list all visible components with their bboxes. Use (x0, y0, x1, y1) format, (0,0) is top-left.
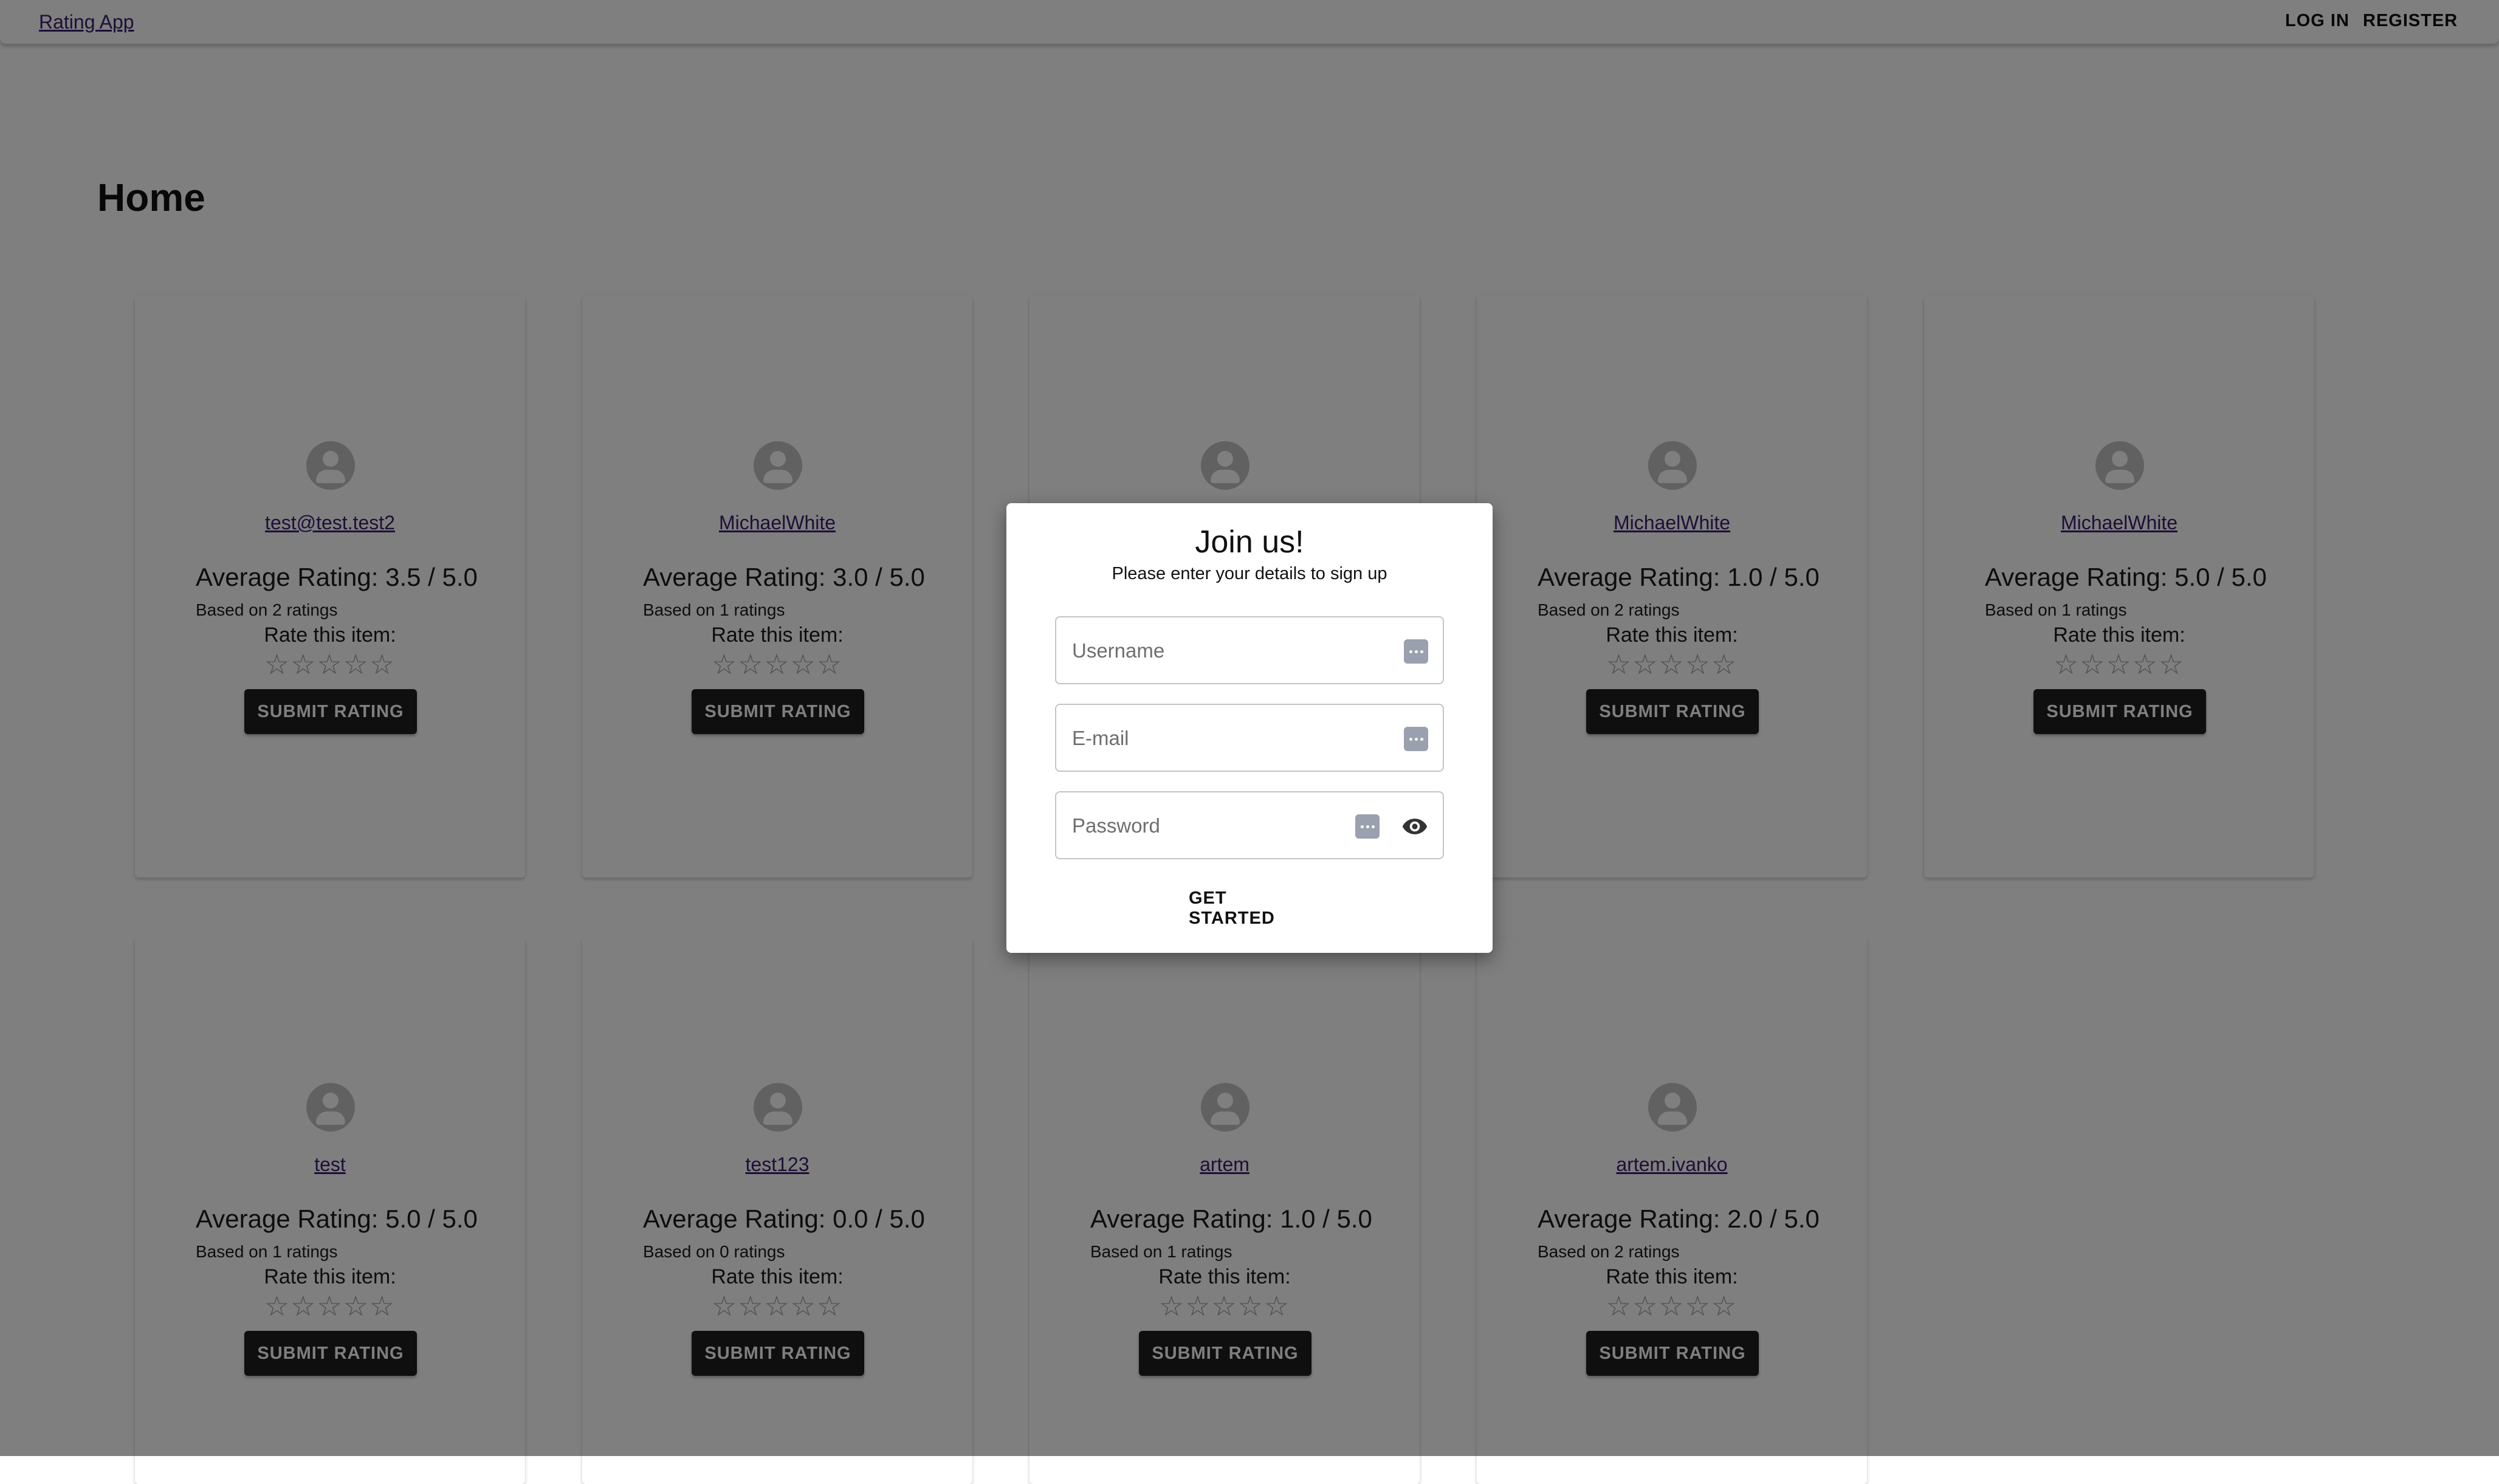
username-placeholder: Username (1072, 639, 1165, 662)
password-placeholder: Password (1072, 814, 1160, 837)
dialog-title: Join us! (1195, 524, 1304, 560)
username-field[interactable]: Username (1055, 616, 1444, 684)
get-started-button[interactable]: GET STARTED (1189, 888, 1310, 928)
password-manager-icon[interactable] (1404, 727, 1428, 751)
email-field[interactable]: E-mail (1055, 704, 1444, 772)
dialog-subtitle: Please enter your details to sign up (1112, 564, 1387, 583)
password-manager-icon[interactable] (1404, 639, 1428, 664)
email-placeholder: E-mail (1072, 727, 1129, 749)
signup-dialog: Join us! Please enter your details to si… (1006, 503, 1493, 953)
password-field[interactable]: Password (1055, 791, 1444, 859)
password-manager-icon[interactable] (1355, 814, 1380, 839)
eye-icon[interactable] (1401, 813, 1428, 840)
